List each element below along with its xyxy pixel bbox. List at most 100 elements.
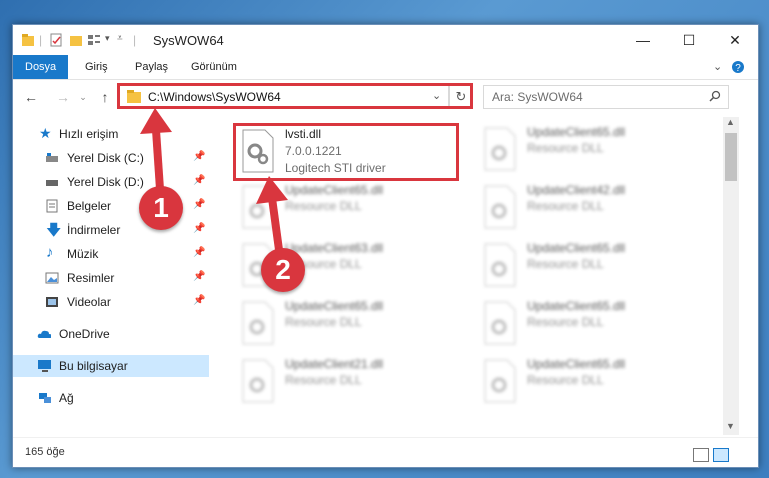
pin-icon[interactable]: 📌 (193, 199, 205, 210)
dll-file-icon (242, 359, 274, 403)
customize-toolbar-icon[interactable]: ⩡ (117, 33, 123, 47)
view-options-icon[interactable] (87, 33, 101, 47)
navigation-bar: ← → ⌄ ↑ C:\Windows\SysWOW64 ⌄ ↻ Ara: Sys… (13, 81, 758, 113)
sidebar-item-label: Hızlı erişim (59, 127, 119, 141)
step-badge-1: 1 (139, 186, 183, 230)
star-icon: ★ (39, 125, 52, 141)
sidebar-item-label: Ağ (59, 391, 74, 405)
sidebar-item-label: Müzik (67, 247, 99, 261)
forward-arrow-icon[interactable]: → (53, 87, 73, 107)
sidebar-item-videos[interactable]: Videolar 📌 (13, 291, 209, 313)
sidebar-item-this-pc[interactable]: Bu bilgisayar (13, 355, 209, 377)
file-name: UpdateClient65.dll (527, 357, 626, 371)
search-input[interactable]: Ara: SysWOW64 (483, 85, 729, 109)
document-icon (46, 199, 58, 213)
item-count: 165 öğe (25, 446, 65, 458)
tab-file[interactable]: Dosya (13, 55, 69, 79)
details-view-button[interactable] (693, 448, 709, 462)
pin-icon[interactable]: 📌 (193, 295, 205, 306)
dll-file-icon (484, 127, 516, 171)
file-name: UpdateClient65.dll (527, 241, 626, 255)
file-name: UpdateClient65.dll (527, 125, 626, 139)
sidebar-item-music[interactable]: ♪ Müzik 📌 (13, 243, 209, 265)
dll-file-icon (484, 185, 516, 229)
file-description: Resource DLL (527, 373, 604, 387)
cloud-icon (37, 330, 51, 338)
file-tile[interactable]: UpdateClient65.dll Resource DLL (477, 297, 707, 353)
video-icon (46, 297, 58, 307)
close-button[interactable]: ✕ (712, 25, 758, 55)
back-arrow-icon[interactable]: ← (21, 87, 41, 107)
download-icon: 🡇 (46, 222, 62, 239)
sidebar-item-onedrive[interactable]: OneDrive (13, 323, 209, 345)
pin-icon[interactable]: 📌 (193, 175, 205, 186)
chevron-down-icon[interactable]: ▾ (105, 33, 110, 47)
dll-file-icon (484, 301, 516, 345)
file-tile[interactable]: UpdateClient21.dll Resource DLL (235, 355, 465, 411)
music-note-icon: ♪ (46, 244, 54, 261)
file-tile[interactable]: UpdateClient65.dll Resource DLL (477, 355, 707, 411)
up-arrow-icon[interactable]: ↑ (95, 87, 115, 107)
explorer-window: | ▾ ⩡ | SysWOW64 — ☐ ✕ Dosya Giriş Payla… (12, 24, 759, 468)
ribbon: Dosya Giriş Paylaş Görünüm ⌄ ? (13, 55, 758, 80)
large-icons-view-button[interactable] (713, 448, 729, 462)
drive-icon (46, 180, 58, 186)
file-name: UpdateClient21.dll (285, 357, 384, 371)
scroll-up-icon[interactable]: ▲ (726, 117, 735, 127)
file-tile[interactable]: UpdateClient65.dll Resource DLL (235, 297, 465, 353)
sidebar-item-label: Yerel Disk (C:) (67, 151, 144, 165)
search-icon (709, 90, 721, 102)
sidebar-item-label: İndirmeler (67, 223, 121, 237)
file-description: Resource DLL (285, 373, 362, 387)
sidebar-item-label: Yerel Disk (D:) (67, 175, 144, 189)
separator: | (133, 33, 137, 47)
drive-icon (46, 153, 58, 162)
minimize-button[interactable]: — (620, 25, 666, 55)
new-folder-icon[interactable] (69, 33, 83, 47)
file-name: UpdateClient65.dll (285, 299, 384, 313)
search-placeholder: Ara: SysWOW64 (492, 90, 583, 104)
sidebar-item-network[interactable]: Ağ (13, 387, 209, 409)
chevron-down-icon[interactable]: ⌄ (73, 87, 93, 107)
window-title: SysWOW64 (153, 33, 224, 48)
pin-icon[interactable]: 📌 (193, 247, 205, 258)
properties-icon[interactable] (49, 33, 63, 47)
vertical-scrollbar[interactable]: ▲ ▼ (723, 117, 739, 435)
status-bar: 165 öğe (13, 437, 758, 466)
computer-icon (38, 360, 51, 372)
dll-file-icon (484, 243, 516, 287)
file-description: Resource DLL (527, 199, 604, 213)
sidebar-item-downloads[interactable]: 🡇 İndirmeler 📌 (13, 219, 209, 241)
chevron-down-icon[interactable]: ⌄ (713, 55, 722, 79)
tab-home[interactable]: Giriş (85, 55, 108, 79)
sidebar-item-label: Bu bilgisayar (59, 359, 128, 373)
pin-icon[interactable]: 📌 (193, 151, 205, 162)
sidebar-item-label: Resimler (67, 271, 115, 285)
sidebar-item-label: Belgeler (67, 199, 112, 213)
separator: | (39, 33, 43, 47)
file-tile[interactable]: UpdateClient42.dll Resource DLL (477, 181, 707, 237)
maximize-button[interactable]: ☐ (666, 25, 712, 55)
help-icon[interactable]: ? (731, 60, 745, 74)
network-icon (39, 393, 51, 403)
scroll-thumb[interactable] (725, 133, 737, 181)
step-badge-2: 2 (261, 248, 305, 292)
dll-file-icon (242, 301, 274, 345)
tab-view[interactable]: Görünüm (191, 55, 237, 79)
pin-icon[interactable]: 📌 (193, 271, 205, 282)
file-description: Resource DLL (285, 315, 362, 329)
dll-file-icon (484, 359, 516, 403)
scroll-down-icon[interactable]: ▼ (726, 421, 735, 431)
title-bar: | ▾ ⩡ | SysWOW64 — ☐ ✕ (13, 25, 758, 55)
file-tile[interactable]: UpdateClient65.dll Resource DLL (477, 239, 707, 295)
file-name: UpdateClient65.dll (527, 299, 626, 313)
sidebar-item-label: Videolar (67, 295, 111, 309)
file-tile[interactable]: UpdateClient65.dll Resource DLL (477, 123, 707, 179)
tab-share[interactable]: Paylaş (135, 55, 168, 79)
file-description: Resource DLL (527, 257, 604, 271)
pin-icon[interactable]: 📌 (193, 223, 205, 234)
file-name: UpdateClient42.dll (527, 183, 626, 197)
file-description: Resource DLL (527, 141, 604, 155)
svg-text:?: ? (735, 63, 741, 74)
sidebar-item-pictures[interactable]: Resimler 📌 (13, 267, 209, 289)
